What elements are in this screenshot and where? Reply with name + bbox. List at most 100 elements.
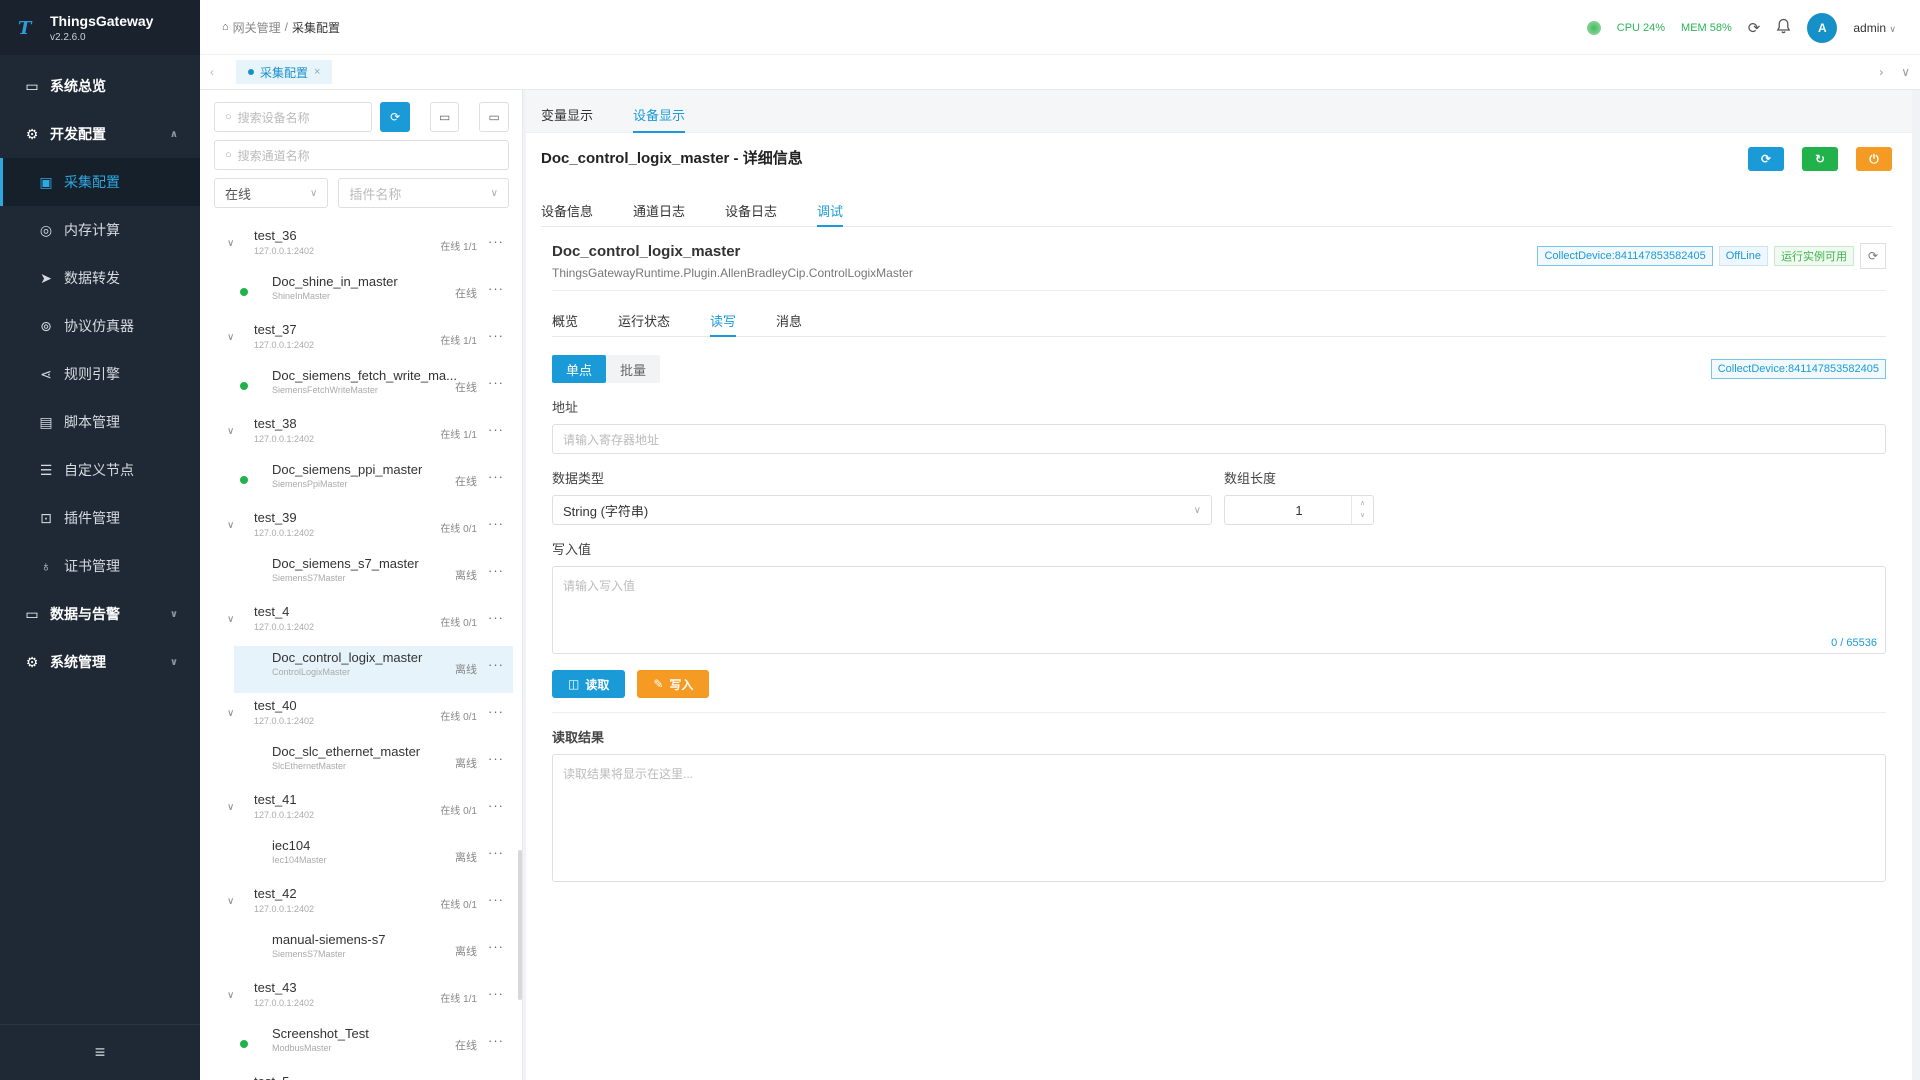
chevron-down-icon[interactable]: ∨ bbox=[227, 708, 234, 719]
status-filter-select[interactable]: 在线 ∨ bbox=[214, 178, 329, 208]
more-icon[interactable]: ··· bbox=[488, 422, 504, 437]
user-menu[interactable]: admin ∨ bbox=[1853, 21, 1896, 35]
page-tab-collect[interactable]: 采集配置 × bbox=[236, 60, 333, 84]
chevron-down-icon[interactable]: ∨ bbox=[1360, 510, 1365, 522]
stop-button[interactable]: ⏻ bbox=[1856, 147, 1892, 171]
more-icon[interactable]: ··· bbox=[488, 892, 504, 907]
device-item[interactable]: Screenshot_Test ModbusMaster 在线 ··· bbox=[234, 1022, 513, 1069]
tab-debug-3[interactable]: 消息 bbox=[776, 303, 802, 336]
chevron-down-icon[interactable]: ∨ bbox=[227, 802, 234, 813]
more-icon[interactable]: ··· bbox=[488, 469, 504, 484]
write-button[interactable]: ✎ 写入 bbox=[637, 670, 710, 698]
device-item[interactable]: Doc_siemens_s7_master SiemensS7Master 离线 ··… bbox=[234, 552, 513, 599]
more-icon[interactable]: ··· bbox=[488, 234, 504, 249]
refresh-icon[interactable]: ⟳ bbox=[1860, 243, 1886, 269]
more-icon[interactable]: ··· bbox=[488, 516, 504, 531]
read-button[interactable]: ◫ 读取 bbox=[552, 670, 626, 698]
tab-debug-2[interactable]: 读写 bbox=[710, 303, 737, 337]
chevron-down-icon[interactable]: ∨ bbox=[227, 520, 234, 531]
refresh-button[interactable]: ⟳ bbox=[380, 102, 410, 132]
more-icon[interactable]: ··· bbox=[488, 986, 504, 1001]
tab-detail-2[interactable]: 设备日志 bbox=[725, 193, 777, 226]
sidebar-item-10[interactable]: ♁ 证书管理 bbox=[0, 542, 200, 590]
chevron-down-icon[interactable]: ∨ bbox=[227, 990, 234, 1001]
read-result-output[interactable]: 读取结果将显示在这里... bbox=[552, 754, 1886, 882]
plugin-filter-select[interactable]: 插件名称 ∨ bbox=[338, 178, 509, 208]
chevron-down-icon[interactable]: ∨ bbox=[227, 426, 234, 437]
channel-item[interactable]: ∨ test_42 127.0.0.1:2402 在线 0/1 ··· bbox=[200, 881, 522, 928]
tabs-scroll-right-icon[interactable]: › bbox=[1879, 65, 1883, 79]
restart-button[interactable]: ↻ bbox=[1802, 147, 1838, 171]
more-icon[interactable]: ··· bbox=[488, 281, 504, 296]
sidebar-item-2[interactable]: ▣ 采集配置 bbox=[0, 158, 200, 206]
more-icon[interactable]: ··· bbox=[488, 563, 504, 578]
channel-item[interactable]: ∨ test_40 127.0.0.1:2402 在线 0/1 ··· bbox=[200, 693, 522, 740]
address-input[interactable]: 请输入寄存器地址 bbox=[552, 424, 1886, 454]
scrollbar[interactable] bbox=[518, 850, 522, 1000]
refresh-button[interactable]: ⟳ bbox=[1748, 147, 1784, 171]
tab-view-1[interactable]: 设备显示 bbox=[633, 96, 686, 133]
tabs-scroll-left-icon[interactable]: ‹ bbox=[200, 65, 224, 79]
bell-icon[interactable] bbox=[1776, 18, 1791, 38]
tab-view-0[interactable]: 变量显示 bbox=[541, 96, 593, 132]
channel-item[interactable]: ∨ test_36 127.0.0.1:2402 在线 1/1 ··· bbox=[200, 223, 522, 270]
channel-item[interactable]: ∨ test_39 127.0.0.1:2402 在线 0/1 ··· bbox=[200, 505, 522, 552]
more-icon[interactable]: ··· bbox=[488, 704, 504, 719]
tab-detail-0[interactable]: 设备信息 bbox=[541, 193, 593, 226]
write-value-input[interactable]: 请输入写入值 0 / 65536 bbox=[552, 566, 1886, 654]
tab-detail-3[interactable]: 调试 bbox=[817, 193, 844, 227]
tab-debug-1[interactable]: 运行状态 bbox=[618, 303, 670, 336]
chevron-down-icon[interactable]: ∨ bbox=[227, 614, 234, 625]
mode-single-button[interactable]: 单点 bbox=[552, 355, 607, 383]
more-icon[interactable]: ··· bbox=[488, 798, 504, 813]
channel-item[interactable]: ∨ test_38 127.0.0.1:2402 在线 1/1 ··· bbox=[200, 411, 522, 458]
sidebar-item-8[interactable]: ☰ 自定义节点 bbox=[0, 446, 200, 494]
more-icon[interactable]: ··· bbox=[488, 375, 504, 390]
chevron-down-icon[interactable]: ∨ bbox=[227, 332, 234, 343]
avatar[interactable]: A bbox=[1807, 12, 1838, 43]
chevron-down-icon[interactable]: ∨ bbox=[227, 238, 234, 249]
more-icon[interactable]: ··· bbox=[488, 1033, 504, 1048]
sidebar-collapse-button[interactable]: ≡ bbox=[0, 1024, 200, 1080]
search-channel-input[interactable]: ○ 搜索通道名称 bbox=[214, 140, 509, 170]
datatype-select[interactable]: String (字符串) ∨ bbox=[552, 495, 1212, 525]
more-icon[interactable]: ··· bbox=[488, 845, 504, 860]
device-item[interactable]: Doc_shine_in_master ShineInMaster 在线 ··· bbox=[234, 270, 513, 317]
arraylen-stepper[interactable]: 1 ∧ ∨ bbox=[1224, 495, 1374, 525]
tab-detail-1[interactable]: 通道日志 bbox=[633, 193, 685, 226]
device-item[interactable]: Doc_slc_ethernet_master SlcEthernetMaster… bbox=[234, 740, 513, 787]
device-item[interactable]: manual-siemens-s7 SiemensS7Master 离线 ··· bbox=[234, 928, 513, 975]
save-button[interactable]: ▭ bbox=[429, 102, 460, 132]
device-item[interactable]: Doc_siemens_ppi_master SiemensPpiMaster 在线… bbox=[234, 458, 513, 505]
device-item[interactable]: iec104 Iec104Master 离线 ··· bbox=[234, 834, 513, 881]
sidebar-item-3[interactable]: ◎ 内存计算 bbox=[0, 206, 200, 254]
breadcrumb-root[interactable]: 网关管理 bbox=[233, 19, 281, 36]
refresh-icon[interactable]: ⟳ bbox=[1748, 19, 1761, 37]
search-device-input[interactable]: ○ 搜索设备名称 bbox=[214, 102, 373, 132]
more-icon[interactable]: ··· bbox=[488, 657, 504, 672]
sidebar-item-12[interactable]: ⚙ 系统管理 ∨ bbox=[0, 638, 200, 686]
channel-item[interactable]: ∨ test_43 127.0.0.1:2402 在线 1/1 ··· bbox=[200, 975, 522, 1022]
more-icon[interactable]: ··· bbox=[488, 328, 504, 343]
tabs-dropdown-icon[interactable]: ∨ bbox=[1901, 65, 1910, 79]
channel-item[interactable]: ∨ test_4 127.0.0.1:2402 在线 0/1 ··· bbox=[200, 599, 522, 646]
device-item[interactable]: Doc_siemens_fetch_write_ma... SiemensFetc… bbox=[234, 364, 513, 411]
more-icon[interactable]: ··· bbox=[488, 610, 504, 625]
chevron-up-icon[interactable]: ∧ bbox=[1360, 498, 1365, 510]
sidebar-item-6[interactable]: ⋖ 规则引擎 bbox=[0, 350, 200, 398]
sidebar-item-1[interactable]: ⚙ 开发配置 ∧ bbox=[0, 110, 200, 158]
channel-item[interactable]: ∨ test_41 127.0.0.1:2402 在线 0/1 ··· bbox=[200, 787, 522, 834]
more-icon[interactable]: ··· bbox=[488, 939, 504, 954]
display-button[interactable]: ▭ bbox=[479, 102, 509, 132]
channel-item[interactable]: ∨ test_37 127.0.0.1:2402 在线 1/1 ··· bbox=[200, 317, 522, 364]
device-item[interactable]: Doc_control_logix_master ControlLogixMast… bbox=[234, 646, 513, 693]
sidebar-item-9[interactable]: ⊡ 插件管理 bbox=[0, 494, 200, 542]
sidebar-item-4[interactable]: ➤ 数据转发 bbox=[0, 254, 200, 302]
more-icon[interactable]: ··· bbox=[488, 751, 504, 766]
sidebar-item-0[interactable]: ▭ 系统总览 bbox=[0, 62, 200, 110]
sidebar-item-5[interactable]: ⊚ 协议仿真器 bbox=[0, 302, 200, 350]
sidebar-item-7[interactable]: ▤ 脚本管理 bbox=[0, 398, 200, 446]
sidebar-item-11[interactable]: ▭ 数据与告警 ∨ bbox=[0, 590, 200, 638]
close-icon[interactable]: × bbox=[314, 66, 320, 78]
mode-batch-button[interactable]: 批量 bbox=[606, 355, 660, 383]
